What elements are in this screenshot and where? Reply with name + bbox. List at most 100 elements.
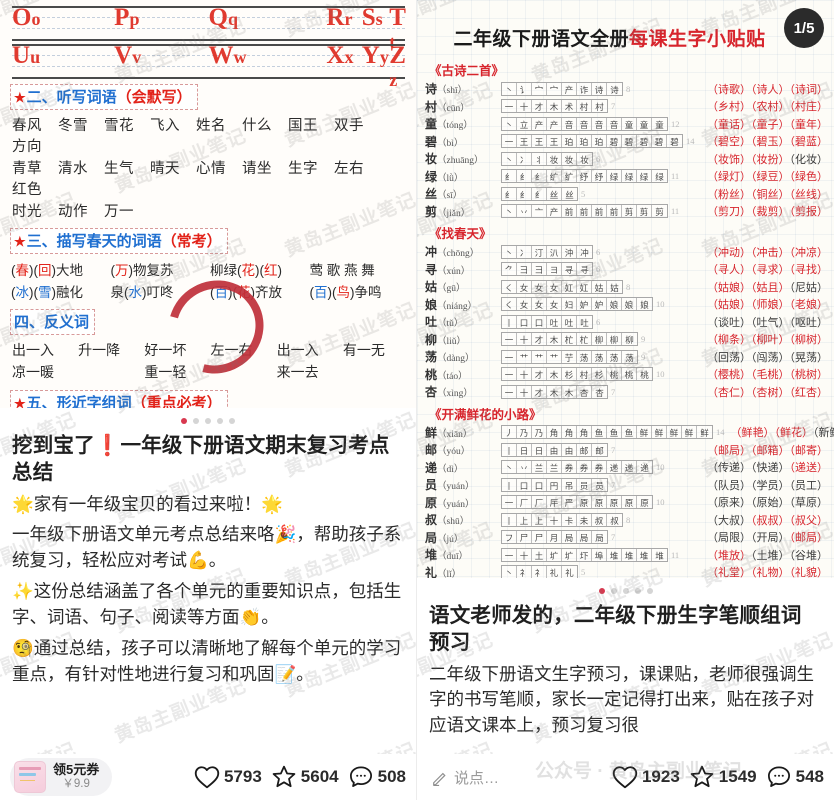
stroke-cell: 一 xyxy=(502,333,517,346)
spring-phrase-row: (春)(回)大地 (万)物复苏 柳绿(花)(红) 莺 歌 燕 舞 xyxy=(11,259,409,279)
left-carousel-dots[interactable] xyxy=(0,408,416,430)
carousel-dot[interactable] xyxy=(634,588,641,594)
stroke-cell: 十 xyxy=(517,368,532,381)
stroke-cell: 尸 xyxy=(532,531,547,544)
text-fragment: )( xyxy=(255,263,264,278)
character-row: 桃（táo）一十才木杉村杉桃桃桃 10 （樱桃）（毛桃）（桃树） xyxy=(425,366,828,384)
word-examples: （回荡）（闯荡）（晃荡） xyxy=(701,349,828,365)
stroke-cell: 丶 xyxy=(502,205,517,218)
stroke-cell: 厂 xyxy=(532,496,547,509)
coupon-button[interactable]: 领5元券 ￥9.9 xyxy=(10,758,113,796)
stroke-cell: 产 xyxy=(547,205,562,218)
character-name: 剪（jiǎn） xyxy=(425,204,471,219)
stroke-cell: 局 xyxy=(577,531,592,544)
stroke-cell: 未 xyxy=(577,513,592,526)
stroke-cell: 前 xyxy=(607,205,622,218)
stroke-cell: 乃 xyxy=(532,426,547,439)
stroke-cell: 上 xyxy=(517,513,532,526)
stroke-count: 10 xyxy=(656,299,665,310)
stroke-order-table: 丨日日由由邮邮 xyxy=(501,442,608,457)
character-name: 局（jú） xyxy=(425,530,464,545)
word-example: （丝线） xyxy=(789,188,829,201)
stroke-cell: 丶 xyxy=(502,82,517,95)
right-note-image[interactable]: 1/5 二年级下册语文全册每课生字小贴贴 《古诗二首》 诗（shī）丶讠宀宀产诈诗… xyxy=(417,0,834,578)
stroke-cell: 一 xyxy=(502,368,517,381)
dictation-word: 左右 xyxy=(334,161,364,177)
character-row: 诗（shī）丶讠宀宀产诈诗诗 8 （诗歌）（诗人）（诗词） xyxy=(425,80,828,98)
word-examples: （粉丝）（铜丝）（丝线） xyxy=(701,186,828,202)
right-note-title-black: 二年级下册语文全册 xyxy=(453,29,629,50)
stroke-cell: 珀 xyxy=(577,135,592,148)
word-example: （童话） xyxy=(707,118,751,131)
word-example: （粉丝） xyxy=(707,188,751,201)
stroke-cell: 丨 xyxy=(502,443,517,456)
right-carousel-dots[interactable] xyxy=(417,578,834,600)
stroke-cell: 鱼 xyxy=(607,426,622,439)
dictation-word: 生气 xyxy=(104,161,134,177)
star-icon: ★ xyxy=(14,90,26,105)
dictation-word: 万一 xyxy=(104,204,134,220)
stroke-cell: 妇 xyxy=(562,298,577,311)
character-name: 丝（sī） xyxy=(425,187,463,202)
carousel-dot[interactable] xyxy=(610,588,617,594)
stroke-cell: 柳 xyxy=(607,333,622,346)
word-example: （柳条） xyxy=(707,334,751,347)
carousel-dot[interactable] xyxy=(193,418,199,424)
carousel-dot[interactable] xyxy=(205,418,211,424)
word-example: （大叔） xyxy=(707,514,751,527)
word-examples: （姑娘）（姑且）（尼姑） xyxy=(701,279,828,295)
stroke-cell: 姑 xyxy=(610,282,619,293)
stroke-cell: 珀 xyxy=(592,135,607,148)
word-example: （吐气） xyxy=(751,316,790,329)
left-note-image[interactable]: Oo Pp Qq Rr Ss Tt Uu Vv Ww Xx Yy Zz ★二、听写词语（会默写） 春… xyxy=(0,0,416,408)
stroke-cell: 绿 xyxy=(637,170,652,183)
character-row: 堆（duī）一十土圹圹圷埠堆堆堆堆 11 （堆放）（土堆）（谷堆） xyxy=(425,546,828,564)
spring-phrase: (春)(回)大地 xyxy=(11,259,111,279)
carousel-dot[interactable] xyxy=(181,418,187,424)
stroke-cell: 村 xyxy=(577,100,592,113)
stroke-cell: 员 xyxy=(577,478,592,491)
comment-action[interactable]: 548 xyxy=(766,765,824,789)
stroke-cell: 纟 xyxy=(517,170,532,183)
character-row: 礼（lǐ）丶礻礻礼礼 5 （礼堂）（礼物）（礼貌） xyxy=(425,564,828,578)
stroke-cell: 柳 xyxy=(625,335,634,346)
text-fragment: )争鸣 xyxy=(350,285,382,300)
word-example: （绿色） xyxy=(789,171,829,184)
stroke-order-table: 一十土圹圹圷埠堆堆堆堆 xyxy=(501,547,668,562)
comment-action[interactable]: 508 xyxy=(348,765,406,789)
character-name: 寻（xún） xyxy=(425,262,471,277)
word-example: （尼姑） xyxy=(789,281,829,294)
dual-post-screen: Oo Pp Qq Rr Ss Tt Uu Vv Ww Xx Yy Zz ★二、听写词语（会默写） 春… xyxy=(0,0,834,800)
like-action[interactable]: 1923 xyxy=(612,765,680,789)
text-fragment: )齐放 xyxy=(250,285,283,300)
word-example: （邮寄） xyxy=(789,444,829,457)
stroke-cell: 村 xyxy=(595,102,604,113)
text-fragment: )( xyxy=(327,285,337,300)
collect-action[interactable]: 5604 xyxy=(271,765,339,789)
stroke-cell: 堆 xyxy=(622,548,637,561)
text-fragment: 莺 歌 燕 舞 xyxy=(309,263,375,278)
word-example: （鲜艳） xyxy=(730,427,775,440)
character-row: 荡（dàng）一艹艹艹艼荡荡荡荡 9 （回荡）（闯荡）（晃荡） xyxy=(425,348,828,366)
like-action[interactable]: 5793 xyxy=(194,765,262,789)
stroke-cell: 吐 xyxy=(580,317,589,328)
character-row: 柳（liǔ）一十才木杧杧柳柳柳 9 （柳条）（柳叶）（柳树） xyxy=(425,331,828,349)
text-fragment: 鸟 xyxy=(336,285,351,300)
carousel-dot[interactable] xyxy=(646,588,653,594)
right-post-text: 语文老师发的，二年级下册生字笔顺组词预习 二年级下册语文生字预习，课课贴，老师很… xyxy=(417,600,834,740)
character-name: 诗（shī） xyxy=(425,82,468,97)
carousel-dot[interactable] xyxy=(229,418,235,424)
stroke-cell: 丶 xyxy=(502,245,517,258)
carousel-dot[interactable] xyxy=(598,588,605,594)
carousel-dot[interactable] xyxy=(622,588,629,594)
comment-input[interactable]: 说点… xyxy=(427,767,499,788)
dictation-word: 青草 xyxy=(12,161,42,177)
stroke-cell: 绿 xyxy=(607,170,622,183)
stroke-cell: 鱼 xyxy=(622,426,637,439)
word-example: （绿灯） xyxy=(707,171,751,184)
word-example: （毛桃） xyxy=(751,369,790,382)
stroke-cell: 日 xyxy=(517,443,532,456)
left-post-body: 🌟家有一年级宝贝的看过来啦！🌟 一年级下册语文单元考点总结来咯🎉，帮助孩子系统复习… xyxy=(12,492,404,688)
carousel-dot[interactable] xyxy=(217,418,223,424)
collect-action[interactable]: 1549 xyxy=(689,765,757,789)
